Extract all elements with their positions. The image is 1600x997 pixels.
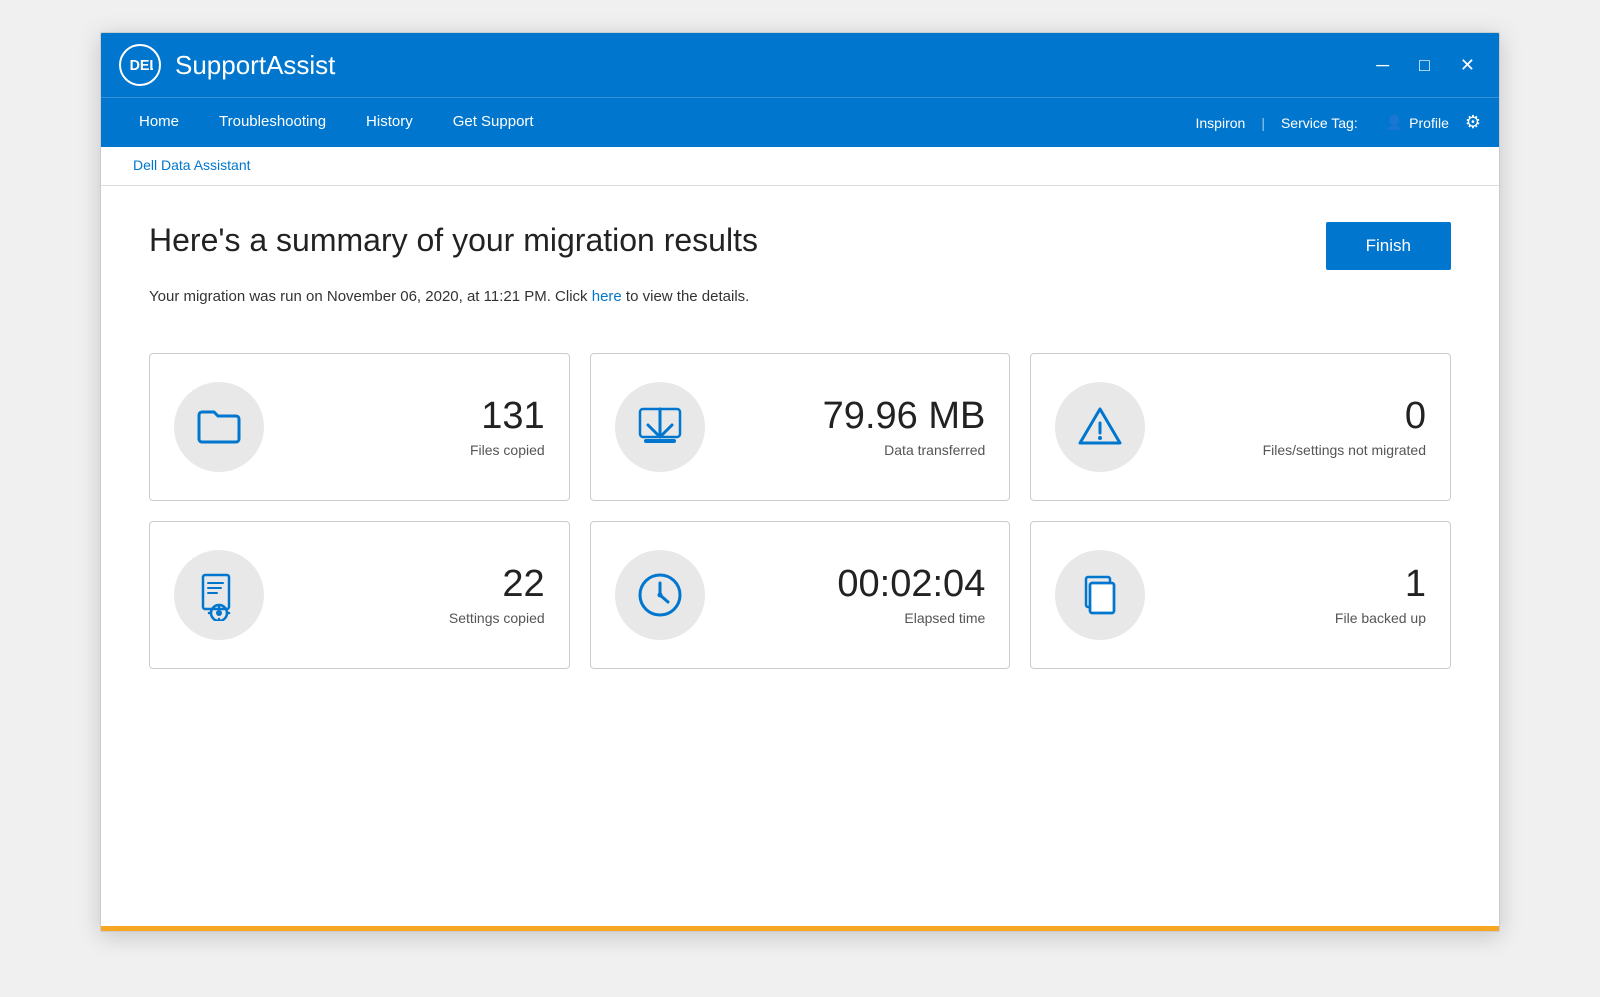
service-tag-label: Service Tag: (1281, 115, 1358, 131)
profile-icon: 👤 (1386, 114, 1403, 131)
files-copied-info: 131 Files copied (288, 396, 545, 458)
not-migrated-info: 0 Files/settings not migrated (1169, 396, 1426, 458)
warning-icon (1074, 401, 1126, 453)
desc-prefix: Your migration was run on November 06, 2… (149, 288, 592, 305)
files-copied-icon-circle (174, 382, 264, 472)
finish-button[interactable]: Finish (1326, 222, 1451, 270)
navbar-right: Inspiron | Service Tag: 👤 Profile ⚙ (1196, 112, 1482, 133)
device-name: Inspiron (1196, 115, 1246, 131)
files-copied-value: 131 (288, 396, 545, 438)
navbar: Home Troubleshooting History Get Support… (101, 97, 1499, 147)
nav-troubleshooting[interactable]: Troubleshooting (199, 99, 346, 147)
svg-text:DELL: DELL (130, 58, 153, 74)
not-migrated-icon-circle (1055, 382, 1145, 472)
backup-file-icon (1074, 569, 1126, 621)
elapsed-time-icon-circle (615, 550, 705, 640)
app-title: SupportAssist (175, 50, 1370, 81)
elapsed-time-value: 00:02:04 (729, 564, 986, 606)
data-transferred-label: Data transferred (729, 442, 986, 458)
window-controls: ─ □ ✕ (1370, 52, 1481, 78)
stat-card-files-copied: 131 Files copied (149, 353, 570, 501)
download-icon (634, 401, 686, 453)
settings-copied-icon-circle (174, 550, 264, 640)
elapsed-time-info: 00:02:04 Elapsed time (729, 564, 986, 626)
file-backed-up-icon-circle (1055, 550, 1145, 640)
settings-copied-value: 22 (288, 564, 545, 606)
settings-copied-info: 22 Settings copied (288, 564, 545, 626)
clock-icon (634, 569, 686, 621)
nav-items: Home Troubleshooting History Get Support (119, 99, 1196, 147)
dell-logo: DELL (119, 44, 161, 86)
file-backed-up-label: File backed up (1169, 610, 1426, 626)
nav-get-support[interactable]: Get Support (433, 99, 554, 147)
settings-copied-label: Settings copied (288, 610, 545, 626)
bottom-accent-bar (101, 926, 1499, 931)
page-title: Here's a summary of your migration resul… (149, 222, 758, 259)
main-content: Here's a summary of your migration resul… (101, 186, 1499, 926)
breadcrumb: Dell Data Assistant (133, 157, 251, 173)
settings-file-icon (193, 569, 245, 621)
desc-link[interactable]: here (592, 288, 622, 305)
elapsed-time-label: Elapsed time (729, 610, 986, 626)
stat-card-not-migrated: 0 Files/settings not migrated (1030, 353, 1451, 501)
breadcrumb-bar: Dell Data Assistant (101, 147, 1499, 186)
nav-history[interactable]: History (346, 99, 433, 147)
not-migrated-label: Files/settings not migrated (1169, 442, 1426, 458)
data-transferred-icon-circle (615, 382, 705, 472)
app-window: DELL SupportAssist ─ □ ✕ Home Troublesho… (100, 32, 1500, 932)
nav-home[interactable]: Home (119, 99, 199, 147)
desc-suffix: to view the details. (622, 288, 750, 305)
stat-card-elapsed-time: 00:02:04 Elapsed time (590, 521, 1011, 669)
migration-description: Your migration was run on November 06, 2… (149, 288, 1451, 305)
files-copied-label: Files copied (288, 442, 545, 458)
stats-grid: 131 Files copied 79.96 MB Data transfe (149, 353, 1451, 669)
close-button[interactable]: ✕ (1454, 52, 1481, 78)
stat-card-file-backed-up: 1 File backed up (1030, 521, 1451, 669)
minimize-button[interactable]: ─ (1370, 52, 1395, 78)
maximize-button[interactable]: □ (1413, 52, 1436, 78)
profile-label: Profile (1409, 115, 1449, 131)
file-backed-up-value: 1 (1169, 564, 1426, 606)
folder-icon (193, 401, 245, 453)
titlebar: DELL SupportAssist ─ □ ✕ (101, 33, 1499, 97)
stat-card-settings-copied: 22 Settings copied (149, 521, 570, 669)
data-transferred-value: 79.96 MB (729, 396, 986, 438)
data-transferred-info: 79.96 MB Data transferred (729, 396, 986, 458)
not-migrated-value: 0 (1169, 396, 1426, 438)
profile-button[interactable]: 👤 Profile (1386, 114, 1449, 131)
file-backed-up-info: 1 File backed up (1169, 564, 1426, 626)
page-header: Here's a summary of your migration resul… (149, 222, 1451, 270)
settings-icon[interactable]: ⚙ (1465, 112, 1481, 133)
stat-card-data-transferred: 79.96 MB Data transferred (590, 353, 1011, 501)
